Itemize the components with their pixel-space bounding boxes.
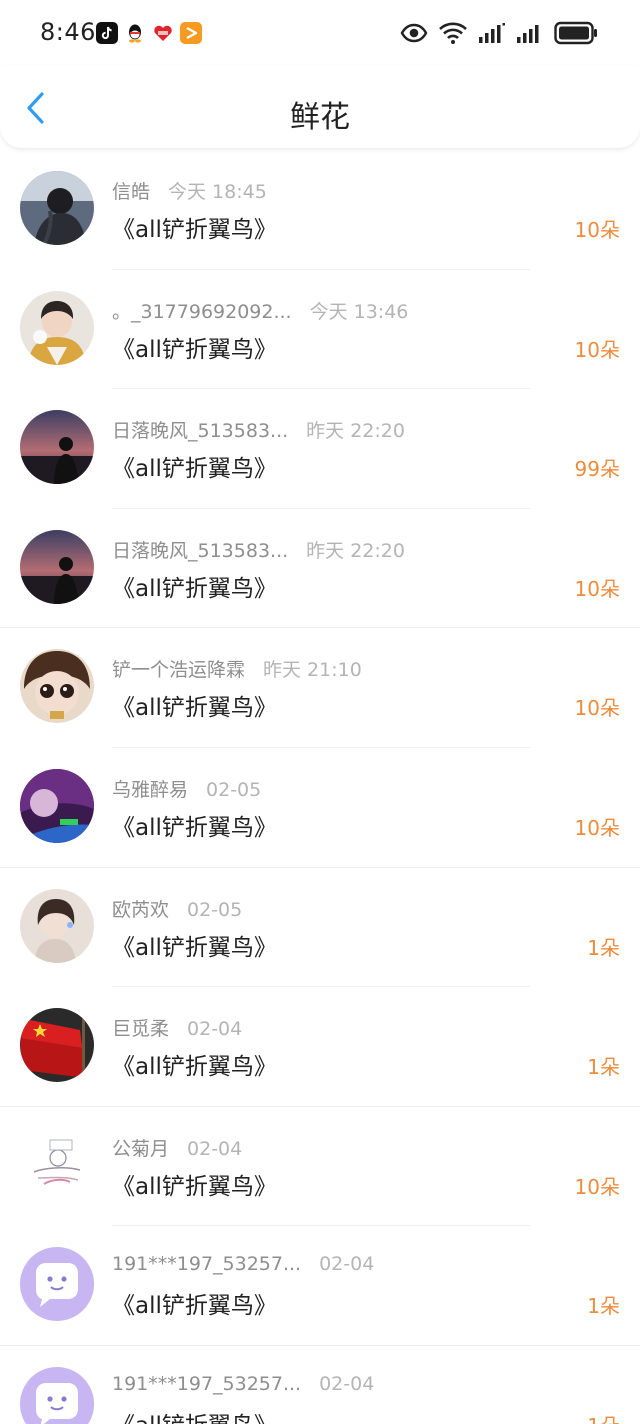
timestamp: 今天 13:46: [309, 300, 409, 323]
username: 铲一个浩运降霖: [112, 659, 246, 682]
list-item[interactable]: 日落晚风_513583... 昨天 22:20 《all铲折翼鸟》 99朵: [0, 389, 640, 509]
flower-count: 10朵: [574, 337, 620, 362]
work-title[interactable]: 《all铲折翼鸟》: [112, 688, 277, 722]
work-title[interactable]: 《all铲折翼鸟》: [112, 1286, 277, 1320]
signal-icon: [479, 23, 505, 43]
flower-gift-list: 信皓 今天 18:45 《all铲折翼鸟》 10朵 。_31779692092..…: [0, 150, 640, 1424]
eye-icon: [400, 23, 428, 43]
username: 欧芮欢: [112, 898, 170, 921]
list-item[interactable]: 铲一个浩运降霖 昨天 21:10 《all铲折翼鸟》 10朵: [0, 628, 640, 748]
flower-count: 10朵: [574, 218, 620, 242]
list-item[interactable]: 日落晚风_513583... 昨天 22:20 《all铲折翼鸟》 10朵: [0, 509, 640, 629]
timestamp: 昨天 21:10: [263, 659, 362, 682]
status-time: 8:46: [40, 18, 96, 46]
flower-count: 10朵: [574, 576, 620, 601]
flower-count: 10朵: [574, 1174, 620, 1199]
signal-icon: [517, 25, 539, 43]
username: 信皓: [112, 181, 151, 203]
work-title[interactable]: 《all铲折翼鸟》: [112, 1047, 277, 1081]
timestamp: 02-05: [206, 778, 262, 801]
timestamp: 02-04: [319, 1253, 375, 1276]
work-title[interactable]: 《all铲折翼鸟》: [112, 928, 277, 962]
work-title[interactable]: 《all铲折翼鸟》: [112, 808, 277, 842]
user-avatar[interactable]: [20, 888, 94, 963]
username: 日落晚风_513583...: [112, 539, 289, 562]
username: 乌雅醉易: [112, 778, 189, 801]
list-item[interactable]: 公菊月 02-04 《all铲折翼鸟》 10朵: [0, 1107, 640, 1227]
timestamp: 02-04: [187, 1137, 243, 1160]
list-item[interactable]: 欧芮欢 02-05 《all铲折翼鸟》 1朵: [0, 868, 640, 988]
work-title[interactable]: 《all铲折翼鸟》: [112, 330, 277, 364]
timestamp: 02-04: [319, 1372, 375, 1395]
user-avatar[interactable]: [20, 768, 94, 843]
work-title[interactable]: 《all铲折翼鸟》: [112, 449, 277, 483]
flower-count: 99朵: [574, 457, 620, 482]
play-app-icon: [180, 22, 202, 44]
list-item[interactable]: 191***197_53257... 02-04 《all铲折翼鸟》 1朵: [0, 1226, 640, 1346]
user-avatar[interactable]: [20, 1008, 94, 1083]
tiktok-icon: [96, 22, 118, 44]
qq-icon: [124, 22, 146, 44]
page-title: 鲜花: [290, 100, 350, 135]
timestamp: 02-04: [187, 1018, 243, 1041]
user-avatar[interactable]: [20, 171, 94, 245]
flower-count: 1朵: [587, 1055, 620, 1080]
username: 公菊月: [112, 1137, 170, 1160]
flower-count: 1朵: [587, 1294, 620, 1319]
user-avatar[interactable]: [20, 649, 94, 724]
list-item[interactable]: 。_31779692092... 今天 13:46 《all铲折翼鸟》 10朵: [0, 270, 640, 390]
user-avatar[interactable]: [20, 1247, 94, 1322]
battery-icon: [554, 21, 597, 45]
list-item[interactable]: 巨觅柔 02-04 《all铲折翼鸟》 1朵: [0, 987, 640, 1107]
flower-count: 10朵: [574, 696, 620, 721]
wifi-icon: [439, 22, 467, 44]
username: 191***197_53257...: [112, 1372, 302, 1395]
system-icons: [400, 20, 598, 46]
username: 。_31779692092...: [112, 300, 292, 323]
username: 191***197_53257...: [112, 1253, 302, 1276]
user-avatar[interactable]: [20, 290, 94, 365]
timestamp: 02-05: [187, 898, 243, 921]
user-avatar[interactable]: [20, 1127, 94, 1202]
list-item[interactable]: 191***197_53257... 02-04 《all铲折翼鸟》 1朵: [0, 1346, 640, 1424]
username: 巨觅柔: [112, 1018, 170, 1041]
heart-app-icon: [152, 22, 174, 44]
work-title[interactable]: 《all铲折翼鸟》: [112, 1167, 277, 1201]
timestamp: 昨天 22:20: [306, 420, 405, 443]
list-item[interactable]: 信皓 今天 18:45 《all铲折翼鸟》 10朵: [0, 150, 640, 270]
flower-count: 1朵: [587, 935, 620, 960]
user-avatar[interactable]: [20, 529, 94, 604]
flower-count: 10朵: [574, 815, 620, 840]
list-item[interactable]: 乌雅醉易 02-05 《all铲折翼鸟》 10朵: [0, 748, 640, 868]
status-bar: 8:46: [0, 0, 640, 66]
username: 日落晚风_513583...: [112, 420, 289, 443]
flower-count: 1朵: [587, 1410, 620, 1424]
work-title[interactable]: 《all铲折翼鸟》: [112, 210, 277, 244]
work-title[interactable]: 《all铲折翼鸟》: [112, 1406, 277, 1424]
user-avatar[interactable]: [20, 410, 94, 485]
navigation-header: 鲜花: [0, 66, 640, 148]
work-title[interactable]: 《all铲折翼鸟》: [112, 569, 277, 603]
timestamp: 今天 18:45: [168, 181, 267, 203]
timestamp: 昨天 22:20: [306, 539, 405, 562]
user-avatar[interactable]: [20, 1366, 94, 1424]
